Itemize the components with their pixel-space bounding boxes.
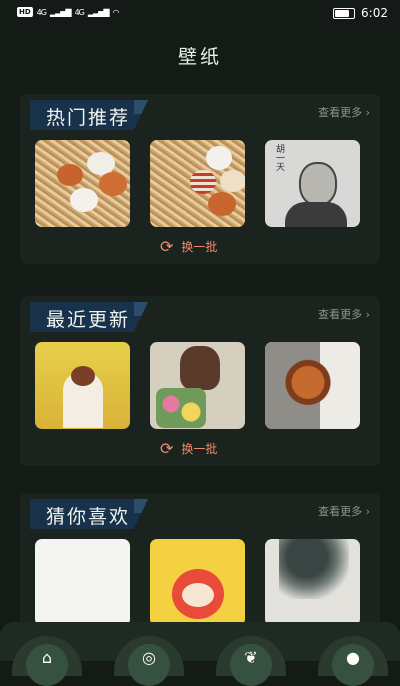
egg [190, 170, 216, 194]
section-hot: 热门推荐 查看更多 › 胡一天 ⟳ 换一批 [20, 94, 380, 264]
wallpaper-thumbnail[interactable] [150, 539, 245, 626]
network-label-1: 4G [36, 7, 47, 17]
signal-icon: ▂▃▅▇ [49, 7, 72, 17]
wallpaper-thumbnail[interactable] [265, 342, 360, 429]
flowers [156, 388, 206, 428]
status-left: HD 4G ▂▃▅▇ 4G ▂▃▅▇ ◠ [17, 7, 119, 17]
nav-discover[interactable]: ◎ [114, 636, 184, 686]
status-bar: HD 4G ▂▃▅▇ 4G ▂▃▅▇ ◠ 6:02 [0, 0, 400, 28]
nav-home[interactable]: ⌂ [12, 636, 82, 686]
leaf-icon: ❦ [230, 644, 272, 686]
bottom-nav: ⌂ ◎ ❦ ● [0, 622, 400, 686]
sketch-signature: 胡一天 [274, 144, 284, 171]
refresh-icon: ⟳ [160, 439, 174, 458]
home-icon: ⌂ [26, 644, 68, 686]
section-title: 热门推荐 [46, 107, 131, 129]
refresh-icon: ⟳ [160, 237, 174, 256]
profile-icon: ● [332, 644, 374, 686]
thumbnail-row [35, 539, 360, 626]
egg [220, 170, 245, 192]
wallpaper-thumbnail[interactable] [150, 140, 245, 227]
photo-subject [279, 539, 349, 599]
clock: 6:02 [361, 6, 388, 20]
section-guess: 猜你喜欢 查看更多 › [20, 493, 380, 633]
refresh-label: 换一批 [181, 240, 218, 254]
refresh-label: 换一批 [181, 442, 218, 456]
wallpaper-thumbnail[interactable]: 胡一天 [265, 140, 360, 227]
wallpaper-thumbnail[interactable] [150, 342, 245, 429]
refresh-button[interactable]: ⟳ 换一批 [160, 439, 217, 458]
section-title-tag: 最近更新 [30, 302, 148, 332]
section-title: 猜你喜欢 [46, 506, 131, 528]
thumbnail-row: 胡一天 [35, 140, 360, 227]
egg [208, 192, 236, 216]
signal-icon: ▂▃▅▇ [87, 7, 110, 17]
wifi-icon: ◠ [112, 7, 120, 17]
network-label-2: 4G [74, 7, 85, 17]
section-recent: 最近更新 查看更多 › ⟳ 换一批 [20, 296, 380, 466]
egg [57, 164, 83, 186]
hd-badge: HD [17, 7, 33, 17]
figure-head [180, 346, 220, 390]
battery-fill [335, 9, 350, 17]
egg [206, 146, 232, 170]
more-link[interactable]: 查看更多 › [318, 306, 370, 322]
wallpaper-thumbnail[interactable] [35, 539, 130, 626]
wallpaper-thumbnail[interactable] [35, 140, 130, 227]
sketch-body [285, 202, 347, 227]
wallpaper-thumbnail[interactable] [35, 342, 130, 429]
egg [99, 172, 127, 196]
thumbnail-row [35, 342, 360, 429]
status-right: 6:02 [333, 6, 388, 20]
art-figure [283, 356, 333, 422]
section-title: 最近更新 [46, 309, 131, 331]
refresh-button[interactable]: ⟳ 换一批 [160, 237, 217, 256]
nav-category[interactable]: ❦ [216, 636, 286, 686]
figure-head [71, 366, 95, 386]
battery-icon [333, 7, 356, 19]
more-link[interactable]: 查看更多 › [318, 503, 370, 519]
egg [70, 188, 98, 212]
more-link[interactable]: 查看更多 › [318, 104, 370, 120]
monkey-muzzle [182, 583, 214, 607]
sketch-face [299, 162, 337, 206]
section-title-tag: 热门推荐 [30, 100, 148, 130]
compass-icon: ◎ [128, 644, 170, 686]
section-title-tag: 猜你喜欢 [30, 499, 148, 529]
nav-profile[interactable]: ● [318, 636, 388, 686]
wallpaper-thumbnail[interactable] [265, 539, 360, 626]
page-title: 壁纸 [177, 46, 222, 68]
